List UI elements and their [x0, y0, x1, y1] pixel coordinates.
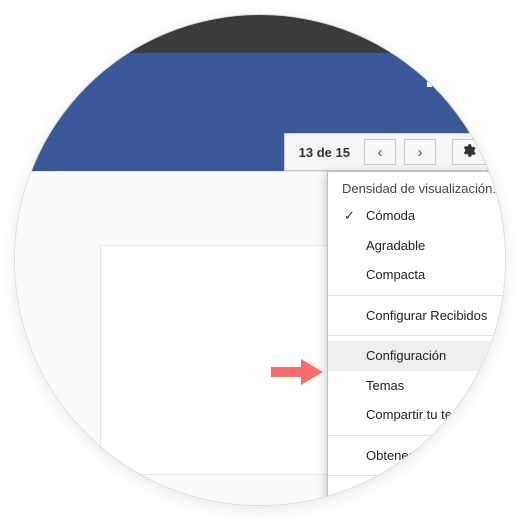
- next-button[interactable]: ›: [404, 139, 436, 165]
- menu-separator: [328, 295, 505, 296]
- menu-enviar-comentarios[interactable]: Enviar comentarios: [328, 481, 505, 505]
- menu-configurar-recibidos[interactable]: Configurar Recibidos: [328, 301, 505, 331]
- app-header: [15, 53, 505, 103]
- caret-down-icon: ▼: [479, 147, 488, 157]
- density-option-comoda[interactable]: Cómoda: [328, 201, 505, 231]
- message-counter: 13 de 15: [299, 145, 350, 160]
- apps-grid-icon[interactable]: [427, 69, 445, 87]
- chevron-left-icon: ‹: [378, 144, 383, 161]
- menu-obtener-complementos[interactable]: Obtener complementos: [328, 441, 505, 471]
- chevron-right-icon: ›: [418, 144, 423, 161]
- menu-configuracion[interactable]: Configuración: [328, 341, 505, 371]
- menu-temas[interactable]: Temas: [328, 371, 505, 401]
- browser-chrome-bar: [15, 15, 505, 53]
- settings-dropdown: Densidad de visualización: Cómoda Agrada…: [327, 171, 505, 505]
- density-option-agradable[interactable]: Agradable: [328, 231, 505, 261]
- density-option-compacta[interactable]: Compacta: [328, 260, 505, 290]
- bell-icon: [469, 70, 485, 86]
- menu-compartir-tema[interactable]: Compartir tu tema: [328, 400, 505, 430]
- gear-icon: [461, 143, 476, 162]
- settings-button[interactable]: ▼: [452, 139, 496, 165]
- prev-button[interactable]: ‹: [364, 139, 396, 165]
- circular-viewport: 13 de 15 ‹ › ▼ Densidad de visualización…: [15, 15, 505, 505]
- menu-separator: [328, 335, 505, 336]
- toolbar: 13 de 15 ‹ › ▼: [284, 133, 505, 171]
- dropdown-section-header: Densidad de visualización:: [328, 172, 505, 201]
- notifications-button[interactable]: [463, 64, 491, 92]
- menu-separator: [328, 435, 505, 436]
- menu-separator: [328, 475, 505, 476]
